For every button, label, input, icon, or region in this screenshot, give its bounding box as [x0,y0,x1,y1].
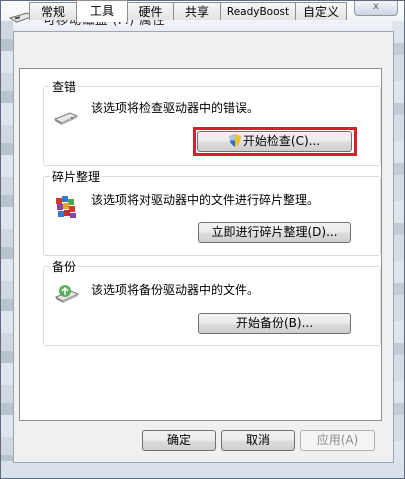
tab-label: 常规 [40,5,65,19]
cancel-button[interactable]: 取消 [221,430,295,451]
button-label: 确定 [166,433,191,447]
tab-label: 工具 [89,4,114,18]
tab-customize[interactable]: 自定义 [295,2,347,20]
defragment-icon [56,196,76,218]
group-title: 查错 [50,78,79,95]
start-backup-button[interactable]: 开始备份(B)... [198,313,351,334]
group-description: 该选项将检查驱动器中的错误。 [91,101,260,115]
start-check-button[interactable]: 开始检查(C)... [197,131,352,152]
tab-label: 自定义 [302,5,339,19]
close-icon: x [373,1,379,12]
tab-sharing[interactable]: 共享 [173,2,221,20]
close-button[interactable]: x [354,1,398,16]
button-label: 立即进行碎片整理(D)... [211,225,338,239]
defrag-group: 碎片整理 该选项将对驱动器中的文件进行碎片整理。 [43,168,381,256]
tab-label: 共享 [184,5,209,19]
uac-shield-icon [228,134,241,147]
button-label: 应用(A) [316,433,359,447]
ok-button[interactable]: 确定 [142,430,216,451]
tab-general[interactable]: 常规 [29,2,77,20]
tab-label: 硬件 [138,5,163,19]
group-description: 该选项将备份驱动器中的文件。 [91,283,260,297]
apply-button[interactable]: 应用(A) [300,430,375,451]
tab-label: ReadyBoost [226,6,290,18]
window-frame-left [1,21,13,461]
tab-hardware[interactable]: 硬件 [127,2,174,20]
tab-readyboost[interactable]: ReadyBoost [220,2,296,20]
group-description: 该选项将对驱动器中的文件进行碎片整理。 [91,193,320,207]
backup-icon [54,285,80,303]
button-label: 开始备份(B)... [235,316,314,330]
button-label: 开始检查(C)... [242,134,321,148]
group-title: 碎片整理 [50,168,103,185]
button-label: 取消 [245,433,270,447]
defragment-now-button[interactable]: 立即进行碎片整理(D)... [198,222,351,243]
drive-check-icon [53,112,79,125]
tab-tools[interactable]: 工具 [76,0,128,22]
group-title: 备份 [50,258,79,275]
backup-group: 备份 该选项将备份驱动器中的文件。 [43,258,381,346]
